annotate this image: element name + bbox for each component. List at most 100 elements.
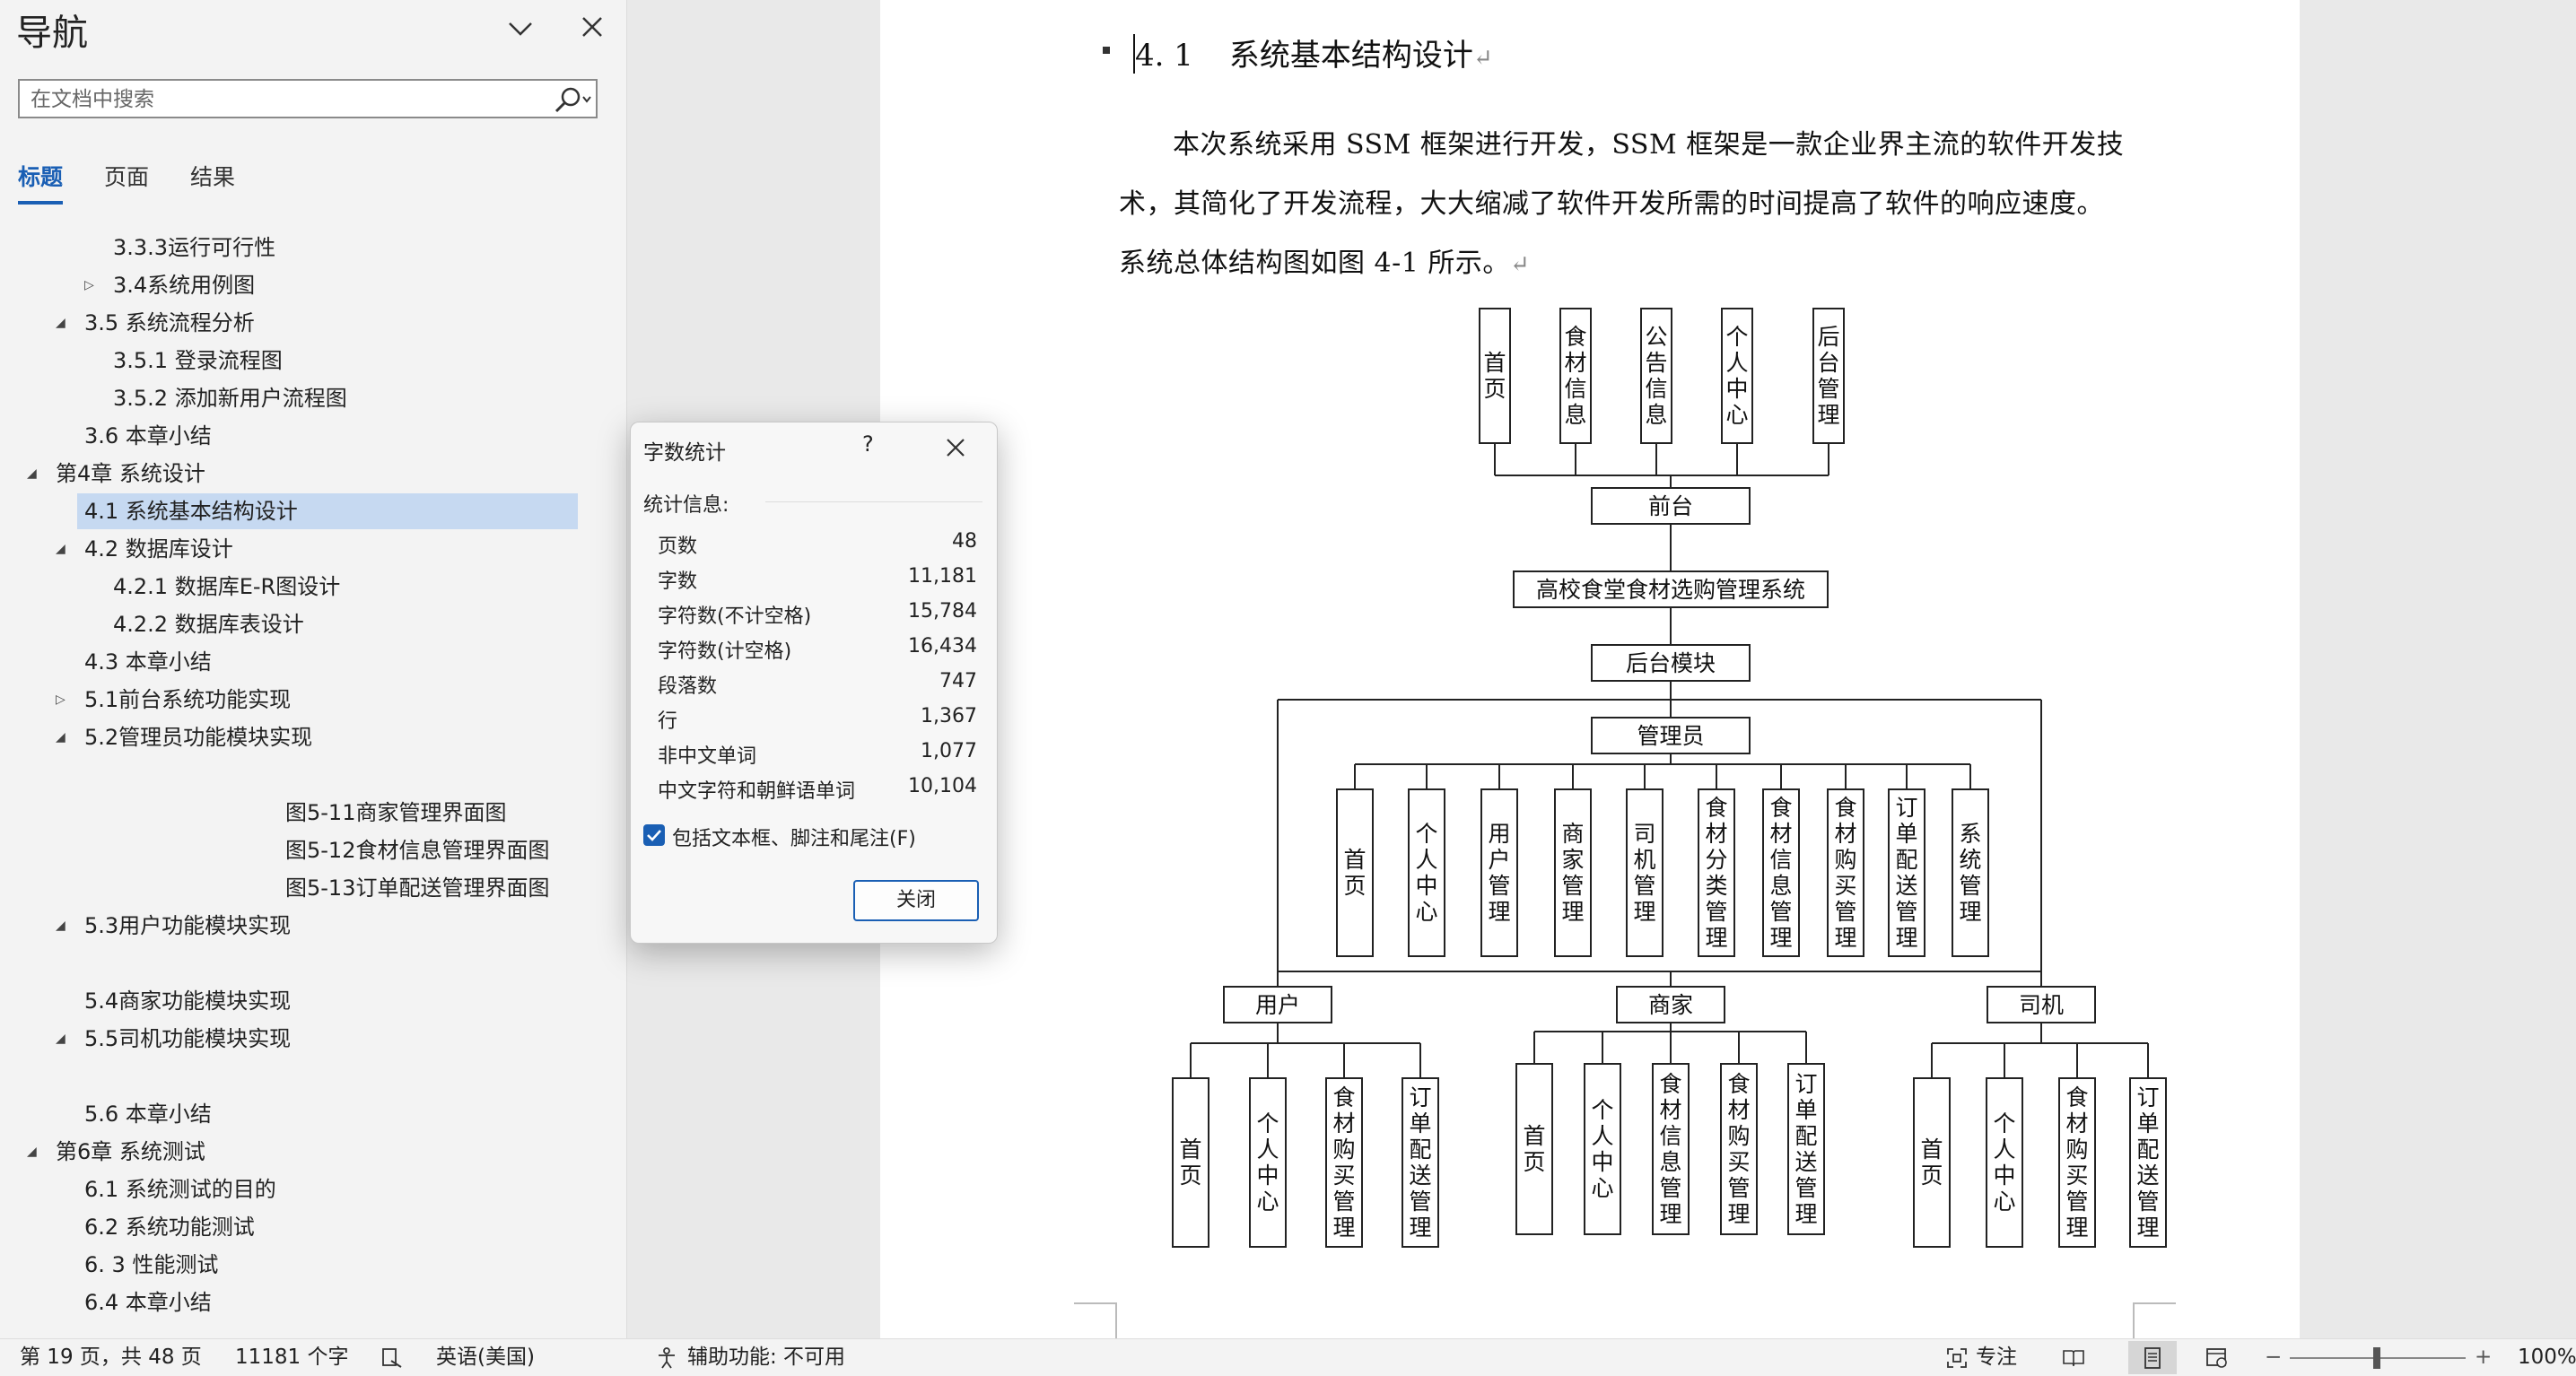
expand-triangle-icon[interactable]: ▷ bbox=[84, 267, 94, 303]
module-box bbox=[1986, 1077, 2023, 1248]
outline-item[interactable]: 6.1 系统测试的目的 bbox=[84, 1171, 276, 1207]
checkbox-label[interactable]: 包括文本框、脚注和尾注(F) bbox=[672, 823, 916, 851]
collapse-triangle-icon[interactable]: ◢ bbox=[27, 456, 37, 492]
document-page[interactable]: 4. 1 系统基本结构设计↵ 本次系统采用 SSM 框架进行开发，SSM 框架是一… bbox=[880, 0, 2300, 1338]
module-label: 首页 bbox=[1179, 1137, 1201, 1189]
backend-node-label: 后台模块 bbox=[1626, 651, 1716, 676]
collapse-triangle-icon[interactable]: ◢ bbox=[56, 305, 65, 341]
outline-item[interactable]: 6.2 系统功能测试 bbox=[84, 1209, 255, 1245]
outline-item-selected[interactable]: 4.1 系统基本结构设计 bbox=[77, 493, 578, 529]
collapse-triangle-icon[interactable]: ◢ bbox=[56, 908, 65, 944]
stat-value: 15,784 bbox=[908, 600, 977, 623]
stat-row: 非中文单词 1,077 bbox=[658, 740, 977, 774]
chevron-down-icon[interactable] bbox=[504, 13, 537, 45]
stat-row: 段落数 747 bbox=[658, 670, 977, 704]
stat-value: 16,434 bbox=[908, 635, 977, 658]
close-icon[interactable] bbox=[576, 11, 608, 43]
outline-item[interactable]: 图5-12食材信息管理界面图 bbox=[285, 832, 549, 868]
module-box bbox=[1480, 788, 1518, 957]
module-label: 订单配送管理 bbox=[1409, 1085, 1431, 1241]
driver-node-label: 司机 bbox=[2019, 993, 2064, 1018]
module-box bbox=[1515, 1063, 1553, 1235]
collapse-triangle-icon[interactable]: ◢ bbox=[56, 719, 65, 755]
stat-row: 字数 11,181 bbox=[658, 565, 977, 599]
outline-item[interactable]: 5.1前台系统功能实现 bbox=[84, 682, 291, 718]
zoom-out-button[interactable]: − bbox=[2265, 1339, 2282, 1376]
stat-label: 字符数(计空格) bbox=[658, 640, 792, 663]
outline-item[interactable]: 3.5 系统流程分析 bbox=[84, 305, 255, 341]
close-button[interactable]: 关闭 bbox=[853, 880, 979, 921]
merchant-node-label: 商家 bbox=[1648, 993, 1693, 1018]
tab-pages[interactable]: 页面 bbox=[104, 160, 149, 192]
outline-item[interactable]: 第4章 系统设计 bbox=[56, 456, 205, 492]
crop-mark bbox=[1074, 1302, 1117, 1338]
module-label: 订单配送管理 bbox=[1794, 1072, 1817, 1227]
outline-item[interactable]: 图5-11商家管理界面图 bbox=[285, 795, 506, 831]
outline-item[interactable]: 4.2 数据库设计 bbox=[84, 531, 233, 567]
stat-label: 字数 bbox=[658, 570, 698, 593]
web-layout-icon[interactable] bbox=[2205, 1346, 2229, 1370]
crop-mark bbox=[2133, 1302, 2176, 1338]
outline-item[interactable]: 4.2.1 数据库E-R图设计 bbox=[113, 569, 340, 605]
tab-headings[interactable]: 标题 bbox=[18, 160, 63, 192]
include-footnotes-checkbox[interactable] bbox=[643, 824, 665, 846]
outline-item[interactable]: 5.4商家功能模块实现 bbox=[84, 983, 291, 1019]
outline-item[interactable]: 4.2.2 数据库表设计 bbox=[113, 606, 304, 642]
focus-icon[interactable] bbox=[1945, 1346, 1969, 1370]
outline-item[interactable]: 6.4 本章小结 bbox=[84, 1285, 212, 1320]
language-indicator[interactable]: 英语(美国) bbox=[436, 1339, 535, 1376]
close-icon[interactable] bbox=[939, 431, 972, 464]
expand-triangle-icon[interactable]: ▷ bbox=[56, 682, 65, 718]
collapse-triangle-icon[interactable]: ◢ bbox=[56, 1021, 65, 1057]
stat-label: 段落数 bbox=[658, 675, 718, 698]
outline-item[interactable]: 3.3.3运行可行性 bbox=[113, 230, 275, 266]
proofing-icon[interactable] bbox=[380, 1346, 404, 1370]
module-label: 个人中心 bbox=[1415, 822, 1437, 925]
outline-item[interactable]: 4.3 本章小结 bbox=[84, 644, 212, 680]
outline-item[interactable]: 3.5.1 登录流程图 bbox=[113, 343, 283, 379]
outline-item[interactable]: 5.5司机功能模块实现 bbox=[84, 1021, 291, 1057]
outline-item[interactable]: 6. 3 性能测试 bbox=[84, 1247, 218, 1283]
module-label: 后台管理 bbox=[1817, 325, 1839, 428]
search-icon[interactable] bbox=[551, 84, 594, 115]
heading-outline: 3.3.3运行可行性 ▷ 3.4系统用例图 ◢ 3.5 系统流程分析 3.5.1… bbox=[0, 208, 626, 1338]
stat-row: 中文字符和朝鲜语单词 10,104 bbox=[658, 775, 977, 809]
read-mode-icon[interactable] bbox=[2062, 1346, 2085, 1370]
module-box bbox=[1479, 308, 1511, 444]
collapse-triangle-icon[interactable]: ◢ bbox=[27, 1134, 37, 1170]
module-box bbox=[1554, 788, 1592, 957]
outline-item[interactable]: 第6章 系统测试 bbox=[56, 1134, 205, 1170]
word-count[interactable]: 11181 个字 bbox=[235, 1339, 348, 1376]
stat-label: 中文字符和朝鲜语单词 bbox=[658, 780, 856, 803]
statistics-section-label: 统计信息: bbox=[643, 494, 729, 517]
accessibility-status[interactable]: 辅助功能: 不可用 bbox=[687, 1339, 845, 1376]
page-count[interactable]: 第 19 页，共 48 页 bbox=[20, 1339, 202, 1376]
module-box bbox=[1408, 788, 1445, 957]
outline-item[interactable]: 5.3用户功能模块实现 bbox=[84, 908, 291, 944]
focus-mode-button[interactable]: 专注 bbox=[1976, 1339, 2017, 1376]
collapse-triangle-icon[interactable]: ◢ bbox=[56, 531, 65, 567]
module-label: 个人中心 bbox=[1591, 1098, 1613, 1201]
front-node-label: 前台 bbox=[1648, 494, 1693, 519]
accessibility-icon[interactable] bbox=[655, 1346, 678, 1370]
outline-item[interactable]: 5.2管理员功能模块实现 bbox=[84, 719, 312, 755]
zoom-level[interactable]: 100% bbox=[2518, 1339, 2576, 1376]
stat-row: 页数 48 bbox=[658, 530, 977, 564]
outline-item[interactable]: 3.5.2 添加新用户流程图 bbox=[113, 380, 347, 416]
outline-item[interactable]: 3.6 本章小结 bbox=[84, 418, 212, 454]
stat-value: 1,077 bbox=[921, 740, 977, 762]
module-box bbox=[1249, 1077, 1287, 1248]
help-button[interactable]: ? bbox=[862, 431, 874, 457]
module-box bbox=[1913, 1077, 1951, 1248]
outline-item[interactable]: 图5-13订单配送管理界面图 bbox=[285, 870, 549, 906]
module-box bbox=[1172, 1077, 1209, 1248]
outline-item[interactable]: 3.4系统用例图 bbox=[113, 267, 255, 303]
zoom-in-button[interactable]: + bbox=[2475, 1339, 2492, 1376]
nav-pane-title: 导航 bbox=[16, 13, 88, 54]
outline-item[interactable]: 5.6 本章小结 bbox=[84, 1096, 212, 1132]
module-label: 订单配送管理 bbox=[1895, 796, 1917, 951]
print-layout-icon[interactable] bbox=[2141, 1346, 2164, 1370]
tab-results[interactable]: 结果 bbox=[190, 160, 235, 192]
zoom-slider-handle[interactable] bbox=[2373, 1347, 2380, 1369]
search-input[interactable] bbox=[29, 84, 535, 115]
